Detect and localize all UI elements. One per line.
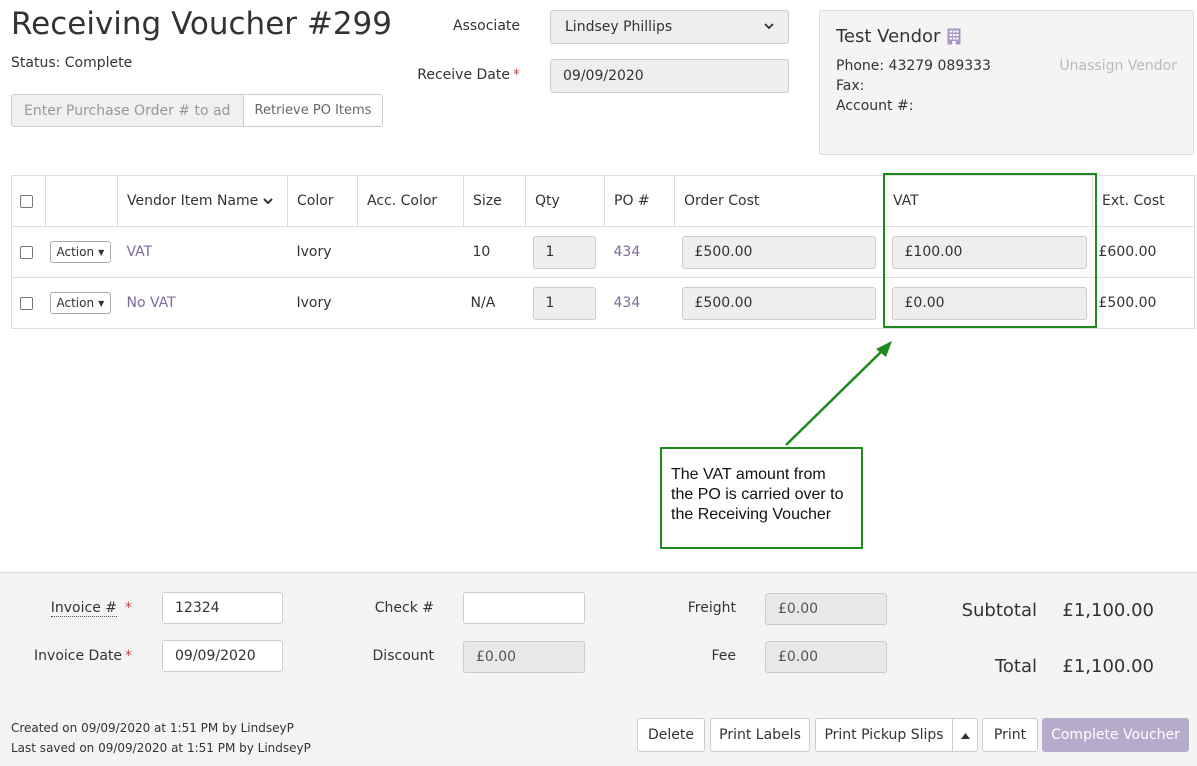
vendor-item-link[interactable]: No VAT — [127, 295, 176, 311]
select-all-checkbox[interactable] — [20, 194, 33, 208]
column-header-order-cost: Order Cost — [674, 175, 884, 227]
fee-label: Fee — [711, 648, 736, 664]
building-icon — [947, 28, 961, 45]
vendor-fax: Fax: — [836, 78, 865, 94]
select-all-cell — [11, 175, 46, 227]
vendor-panel: Test Vendor Phone: 43279 089333 Fax: Acc… — [819, 10, 1194, 155]
caret-down-icon: ▼ — [98, 298, 105, 308]
print-button[interactable]: Print — [982, 718, 1038, 752]
discount-input[interactable]: £0.00 — [463, 641, 585, 673]
size-cell: 10 — [463, 226, 526, 278]
receive-date-label: Receive Date * — [417, 67, 520, 83]
receive-date-input[interactable]: 09/09/2020 — [550, 59, 789, 93]
color-cell: Ivory — [296, 295, 332, 311]
color-cell: Ivory — [287, 226, 358, 278]
invoice-date-input[interactable]: 09/09/2020 — [162, 640, 283, 672]
chevron-down-icon — [764, 22, 774, 33]
column-header-po: PO # — [604, 175, 675, 227]
column-header-acc-color: Acc. Color — [357, 175, 464, 227]
status-text: Status: Complete — [11, 55, 133, 71]
fee-input[interactable]: £0.00 — [765, 641, 887, 673]
po-link[interactable]: 434 — [614, 295, 641, 311]
vendor-phone: Phone: 43279 089333 — [836, 58, 991, 74]
print-pickup-slips-button[interactable]: Print Pickup Slips — [815, 718, 953, 752]
caret-down-icon: ▼ — [98, 247, 105, 257]
column-header-qty: Qty — [525, 175, 605, 227]
qty-input[interactable]: 1 — [532, 235, 596, 269]
qty-input[interactable]: 1 — [532, 286, 596, 320]
row-checkbox[interactable] — [20, 245, 33, 259]
retrieve-po-items-button[interactable]: Retrieve PO Items — [243, 94, 383, 127]
subtotal-label: Subtotal — [961, 600, 1037, 621]
vendor-name[interactable]: Test Vendor — [836, 26, 961, 47]
invoice-number-input[interactable]: 12324 — [162, 592, 283, 624]
column-header-vendor-item-name[interactable]: Vendor Item Name — [117, 175, 288, 227]
order-cost-input[interactable]: £500.00 — [681, 286, 876, 320]
column-header-color: Color — [287, 175, 358, 227]
vendor-account: Account #: — [836, 98, 914, 114]
print-labels-button[interactable]: Print Labels — [710, 718, 810, 752]
required-marker: * — [513, 67, 520, 83]
associate-select[interactable]: Lindsey Phillips — [550, 10, 789, 44]
po-link[interactable]: 434 — [614, 244, 641, 260]
discount-label: Discount — [372, 648, 434, 664]
po-lookup-group: Retrieve PO Items — [11, 94, 383, 127]
check-number-input[interactable] — [463, 592, 585, 624]
delete-button[interactable]: Delete — [637, 718, 705, 752]
complete-voucher-button[interactable]: Complete Voucher — [1042, 718, 1189, 752]
row-action-button[interactable]: Action ▼ — [49, 292, 112, 314]
ext-cost-cell: £500.00 — [1098, 295, 1157, 311]
subtotal-value: £1,100.00 — [1062, 600, 1154, 621]
check-number-label: Check # — [374, 600, 434, 616]
total-label: Total — [994, 656, 1037, 677]
associate-label: Associate — [453, 18, 520, 34]
caret-up-icon — [960, 727, 970, 743]
column-header-size: Size — [463, 175, 526, 227]
annotation-arrow — [785, 341, 892, 446]
acc-color-cell — [358, 278, 464, 329]
freight-input[interactable]: £0.00 — [765, 593, 887, 625]
unassign-vendor-link[interactable]: Unassign Vendor — [1059, 58, 1177, 74]
acc-color-cell — [357, 226, 464, 278]
annotation-callout: The VAT amount from the PO is carried ov… — [660, 447, 863, 549]
invoice-date-label: Invoice Date * — [34, 648, 132, 664]
ext-cost-cell: £600.00 — [1092, 226, 1195, 278]
invoice-number-label: Invoice # * — [50, 600, 132, 617]
page-title: Receiving Voucher #299 — [11, 6, 393, 42]
vat-column-highlight — [883, 173, 1097, 328]
total-value: £1,100.00 — [1062, 656, 1154, 677]
size-cell: N/A — [470, 295, 496, 311]
freight-label: Freight — [687, 600, 736, 616]
row-action-button[interactable]: Action ▼ — [49, 241, 112, 263]
associate-value: Lindsey Phillips — [565, 19, 673, 35]
sort-caret-icon — [263, 197, 273, 208]
action-header — [45, 175, 118, 227]
po-number-input[interactable] — [11, 94, 243, 127]
last-saved-info: Last saved on 09/09/2020 at 1:51 PM by L… — [11, 741, 311, 755]
order-cost-input[interactable]: £500.00 — [681, 235, 876, 269]
vendor-item-link[interactable]: VAT — [127, 244, 153, 260]
created-info: Created on 09/09/2020 at 1:51 PM by Lind… — [11, 721, 294, 735]
row-checkbox[interactable] — [20, 296, 33, 310]
print-pickup-slips-dropdown[interactable] — [952, 718, 978, 752]
column-header-ext-cost: Ext. Cost — [1092, 175, 1195, 227]
